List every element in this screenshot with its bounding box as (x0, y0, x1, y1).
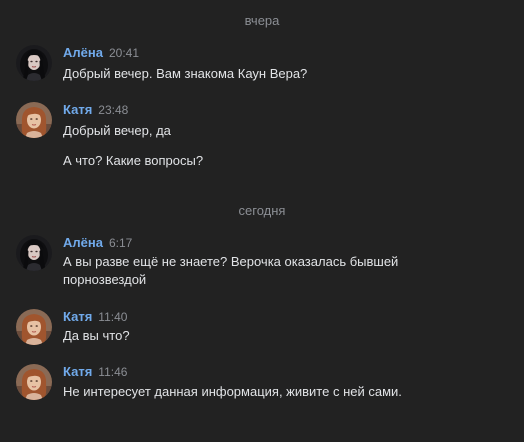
message-text: А вы разве ещё не знаете? Верочка оказал… (63, 254, 399, 287)
message-header: Катя 11:46 (63, 364, 127, 380)
message-item[interactable]: Катя 11:40 Да вы что? (16, 309, 506, 349)
date-separator-yesterday: вчера (244, 13, 280, 28)
message-header: Катя 11:40 (63, 309, 127, 325)
message-header: Алёна 20:41 (63, 45, 139, 61)
message-text: Не интересует данная информация, живите … (63, 384, 402, 399)
message-header: Алёна 6:17 (63, 235, 132, 251)
katya-avatar[interactable] (16, 364, 52, 400)
message-text: Да вы что? (63, 328, 130, 343)
author-name[interactable]: Алёна (63, 45, 103, 60)
message-item[interactable]: Алёна 6:17 А вы разве ещё не знаете? Веро… (16, 235, 506, 291)
message-text: А что? Какие вопросы? (63, 153, 204, 168)
chat-history: вчера Алёна 20:41 Добрый вечер. Вам знако… (0, 0, 524, 442)
message-time[interactable]: 20:41 (109, 46, 139, 60)
author-name[interactable]: Алёна (63, 235, 103, 250)
author-name[interactable]: Катя (63, 364, 92, 379)
message-text: Добрый вечер. Вам знакома Каун Вера? (63, 66, 308, 81)
message-item[interactable]: Катя 23:48 Добрый вечер, да А что? Какие … (16, 102, 506, 172)
katya-avatar[interactable] (16, 102, 52, 138)
message-time[interactable]: 23:48 (98, 103, 128, 117)
author-name[interactable]: Катя (63, 309, 92, 324)
message-time[interactable]: 11:46 (98, 365, 127, 379)
message-time[interactable]: 11:40 (98, 310, 127, 324)
alena-avatar[interactable] (16, 45, 52, 81)
author-name[interactable]: Катя (63, 102, 92, 117)
katya-avatar[interactable] (16, 309, 52, 345)
message-text: Добрый вечер, да (63, 123, 171, 138)
date-separator-today: сегодня (238, 203, 286, 218)
alena-avatar[interactable] (16, 235, 52, 271)
message-header: Катя 23:48 (63, 102, 128, 118)
message-item[interactable]: Катя 11:46 Не интересует данная информаци… (16, 364, 506, 404)
message-item[interactable]: Алёна 20:41 Добрый вечер. Вам знакома Кау… (16, 45, 506, 85)
message-time[interactable]: 6:17 (109, 236, 132, 250)
